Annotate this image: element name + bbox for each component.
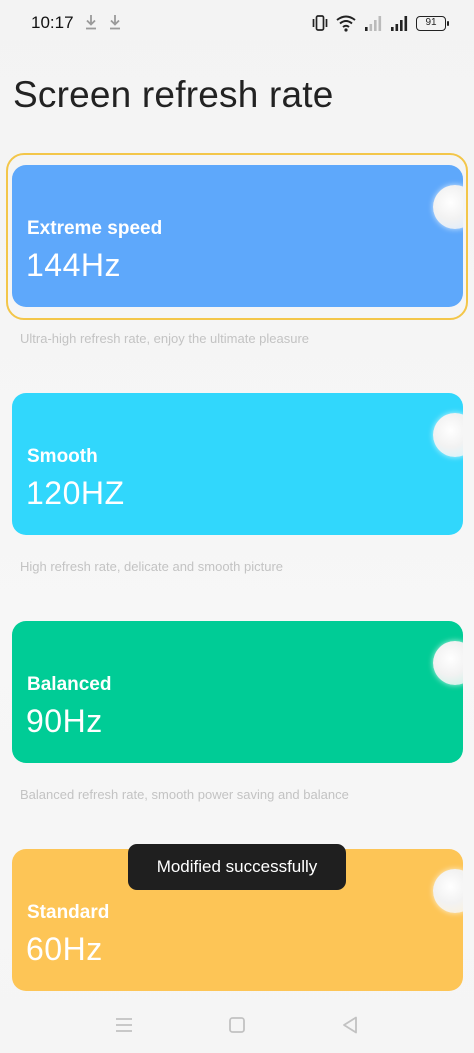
mode-rate: 120HZ <box>26 475 125 511</box>
selection-knob <box>433 413 463 457</box>
download-icon <box>86 15 96 30</box>
refresh-card-smooth[interactable]: Smooth 120HZ <box>12 393 463 535</box>
mode-description: Ultra-high refresh rate, enjoy the ultim… <box>20 331 310 346</box>
refresh-card-balanced[interactable]: Balanced 90Hz <box>12 621 463 763</box>
mode-name: Smooth <box>27 446 98 467</box>
signal-icon <box>365 16 382 31</box>
mode-rate: 90Hz <box>26 703 103 739</box>
vibrate-icon <box>312 15 328 31</box>
status-bar: 10:17 91 <box>0 0 474 46</box>
mode-name: Extreme speed <box>27 218 163 239</box>
mode-name: Standard <box>27 902 110 923</box>
menu-icon[interactable] <box>113 1014 135 1036</box>
mode-rate: 60Hz <box>26 931 103 967</box>
status-time: 10:17 <box>31 13 74 32</box>
home-icon[interactable] <box>226 1014 248 1036</box>
download-icon <box>110 15 120 30</box>
selection-knob <box>433 185 463 229</box>
battery-level: 91 <box>425 16 437 28</box>
navigation-bar <box>0 1000 474 1053</box>
refresh-card-extreme-speed[interactable]: Extreme speed 144Hz <box>12 165 463 307</box>
selection-knob <box>433 641 463 685</box>
back-icon[interactable] <box>339 1014 361 1036</box>
page-title: Screen refresh rate <box>13 74 334 115</box>
mode-name: Balanced <box>27 674 112 695</box>
mode-rate: 144Hz <box>26 247 121 283</box>
mode-description: Balanced refresh rate, smooth power savi… <box>20 787 349 802</box>
toast-message: Modified successfully <box>128 844 346 890</box>
mode-description: High refresh rate, delicate and smooth p… <box>20 559 284 574</box>
wifi-icon <box>336 15 356 32</box>
signal-icon <box>391 16 408 31</box>
selection-knob <box>433 869 463 913</box>
battery-icon: 91 <box>416 15 449 31</box>
